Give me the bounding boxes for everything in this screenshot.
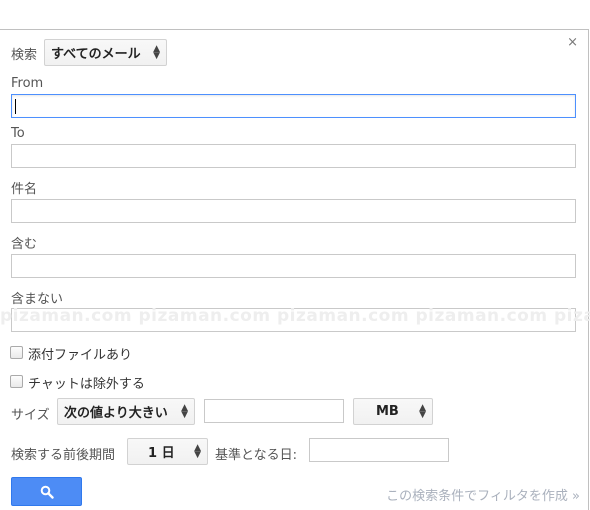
- text-cursor: [15, 99, 16, 114]
- from-label: From: [11, 76, 44, 91]
- select-arrows-icon: ▲ ▼: [181, 402, 188, 420]
- exclude-chats-checkbox[interactable]: [10, 375, 23, 388]
- subject-field[interactable]: [11, 199, 576, 223]
- date-of-label: 基準となる日:: [215, 448, 297, 463]
- has-attachment-label: 添付ファイルあり: [28, 348, 133, 363]
- select-arrows-icon: ▲ ▼: [153, 43, 160, 61]
- size-operator-value: 次の値より大きい: [64, 406, 168, 421]
- select-arrows-icon: ▲ ▼: [419, 402, 426, 420]
- search-button[interactable]: [11, 477, 82, 506]
- from-field[interactable]: [11, 94, 576, 118]
- includes-label: 含む: [11, 237, 38, 252]
- size-operator-select[interactable]: 次の値より大きい ▲ ▼: [57, 398, 195, 425]
- select-arrows-icon: ▲ ▼: [194, 442, 201, 460]
- date-within-label: 検索する前後期間: [11, 448, 116, 463]
- size-unit-select[interactable]: MB ▲ ▼: [353, 398, 433, 425]
- date-within-value: 1 日: [148, 446, 175, 461]
- search-scope-label: 検索: [11, 48, 38, 63]
- size-label: サイズ: [11, 408, 50, 423]
- size-unit-value: MB: [376, 404, 399, 419]
- search-scope-value: すべてのメール: [51, 47, 141, 62]
- subject-label: 件名: [11, 182, 38, 197]
- to-label: To: [11, 126, 25, 141]
- date-within-select[interactable]: 1 日 ▲ ▼: [127, 438, 208, 465]
- excludes-label: 含まない: [11, 292, 64, 307]
- search-scope-select[interactable]: すべてのメール ▲ ▼: [44, 39, 167, 66]
- to-field[interactable]: [11, 144, 576, 168]
- create-filter-link[interactable]: この検索条件でフィルタを作成 »: [386, 485, 580, 504]
- includes-field[interactable]: [11, 254, 576, 278]
- search-icon: [40, 485, 54, 499]
- has-attachment-checkbox[interactable]: [10, 346, 23, 359]
- close-icon[interactable]: ×: [567, 36, 578, 50]
- date-of-field[interactable]: [309, 438, 449, 462]
- excludes-field[interactable]: [11, 308, 576, 332]
- exclude-chats-label: チャットは除外する: [28, 377, 145, 392]
- size-value-field[interactable]: [204, 399, 344, 423]
